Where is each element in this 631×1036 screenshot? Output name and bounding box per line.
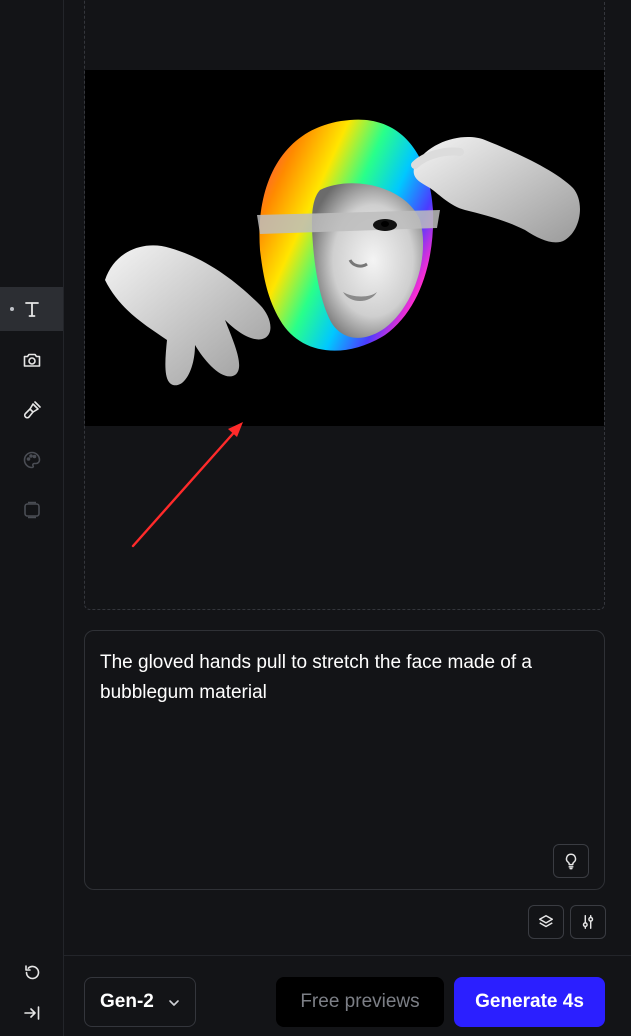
collapse-sidebar-button[interactable]: [0, 991, 63, 1035]
generate-button[interactable]: Generate 4s: [454, 977, 605, 1027]
chevron-down-icon: [169, 1000, 179, 1006]
camera-icon: [23, 353, 40, 367]
free-previews-button[interactable]: Free previews: [276, 977, 444, 1027]
prompt-textbox[interactable]: The gloved hands pull to stretch the fac…: [84, 630, 605, 890]
settings-sliders-icon: [582, 914, 594, 930]
layers-icon: [538, 914, 554, 928]
frames-tool-button[interactable]: [0, 488, 63, 532]
face-artwork: [85, 70, 604, 426]
layers-button[interactable]: [528, 905, 564, 939]
lightbulb-icon: [565, 853, 577, 870]
text-icon: [24, 302, 39, 317]
sidebar: [0, 0, 64, 1036]
prompt-text[interactable]: The gloved hands pull to stretch the fac…: [100, 648, 580, 708]
undo-button[interactable]: [0, 951, 63, 995]
text-tool-button[interactable]: [0, 287, 63, 331]
prompt-suggestion-button[interactable]: [553, 844, 589, 878]
generated-image-preview: [85, 70, 604, 426]
settings-button[interactable]: [570, 905, 606, 939]
brush-tool-button[interactable]: [0, 388, 63, 432]
frames-icon: [23, 501, 40, 519]
brush-icon: [23, 401, 41, 419]
collapse-icon: [23, 1006, 39, 1020]
bottom-bar: Gen-2 Free previews Generate 4s: [64, 955, 631, 1036]
palette-icon: [23, 451, 40, 469]
palette-tool-button[interactable]: [0, 438, 63, 482]
undo-icon: [24, 965, 39, 980]
model-select-label: Gen-2: [100, 991, 154, 1012]
camera-tool-button[interactable]: [0, 338, 63, 382]
app-root: The gloved hands pull to stretch the fac…: [0, 0, 631, 1036]
model-select[interactable]: Gen-2: [84, 977, 196, 1027]
